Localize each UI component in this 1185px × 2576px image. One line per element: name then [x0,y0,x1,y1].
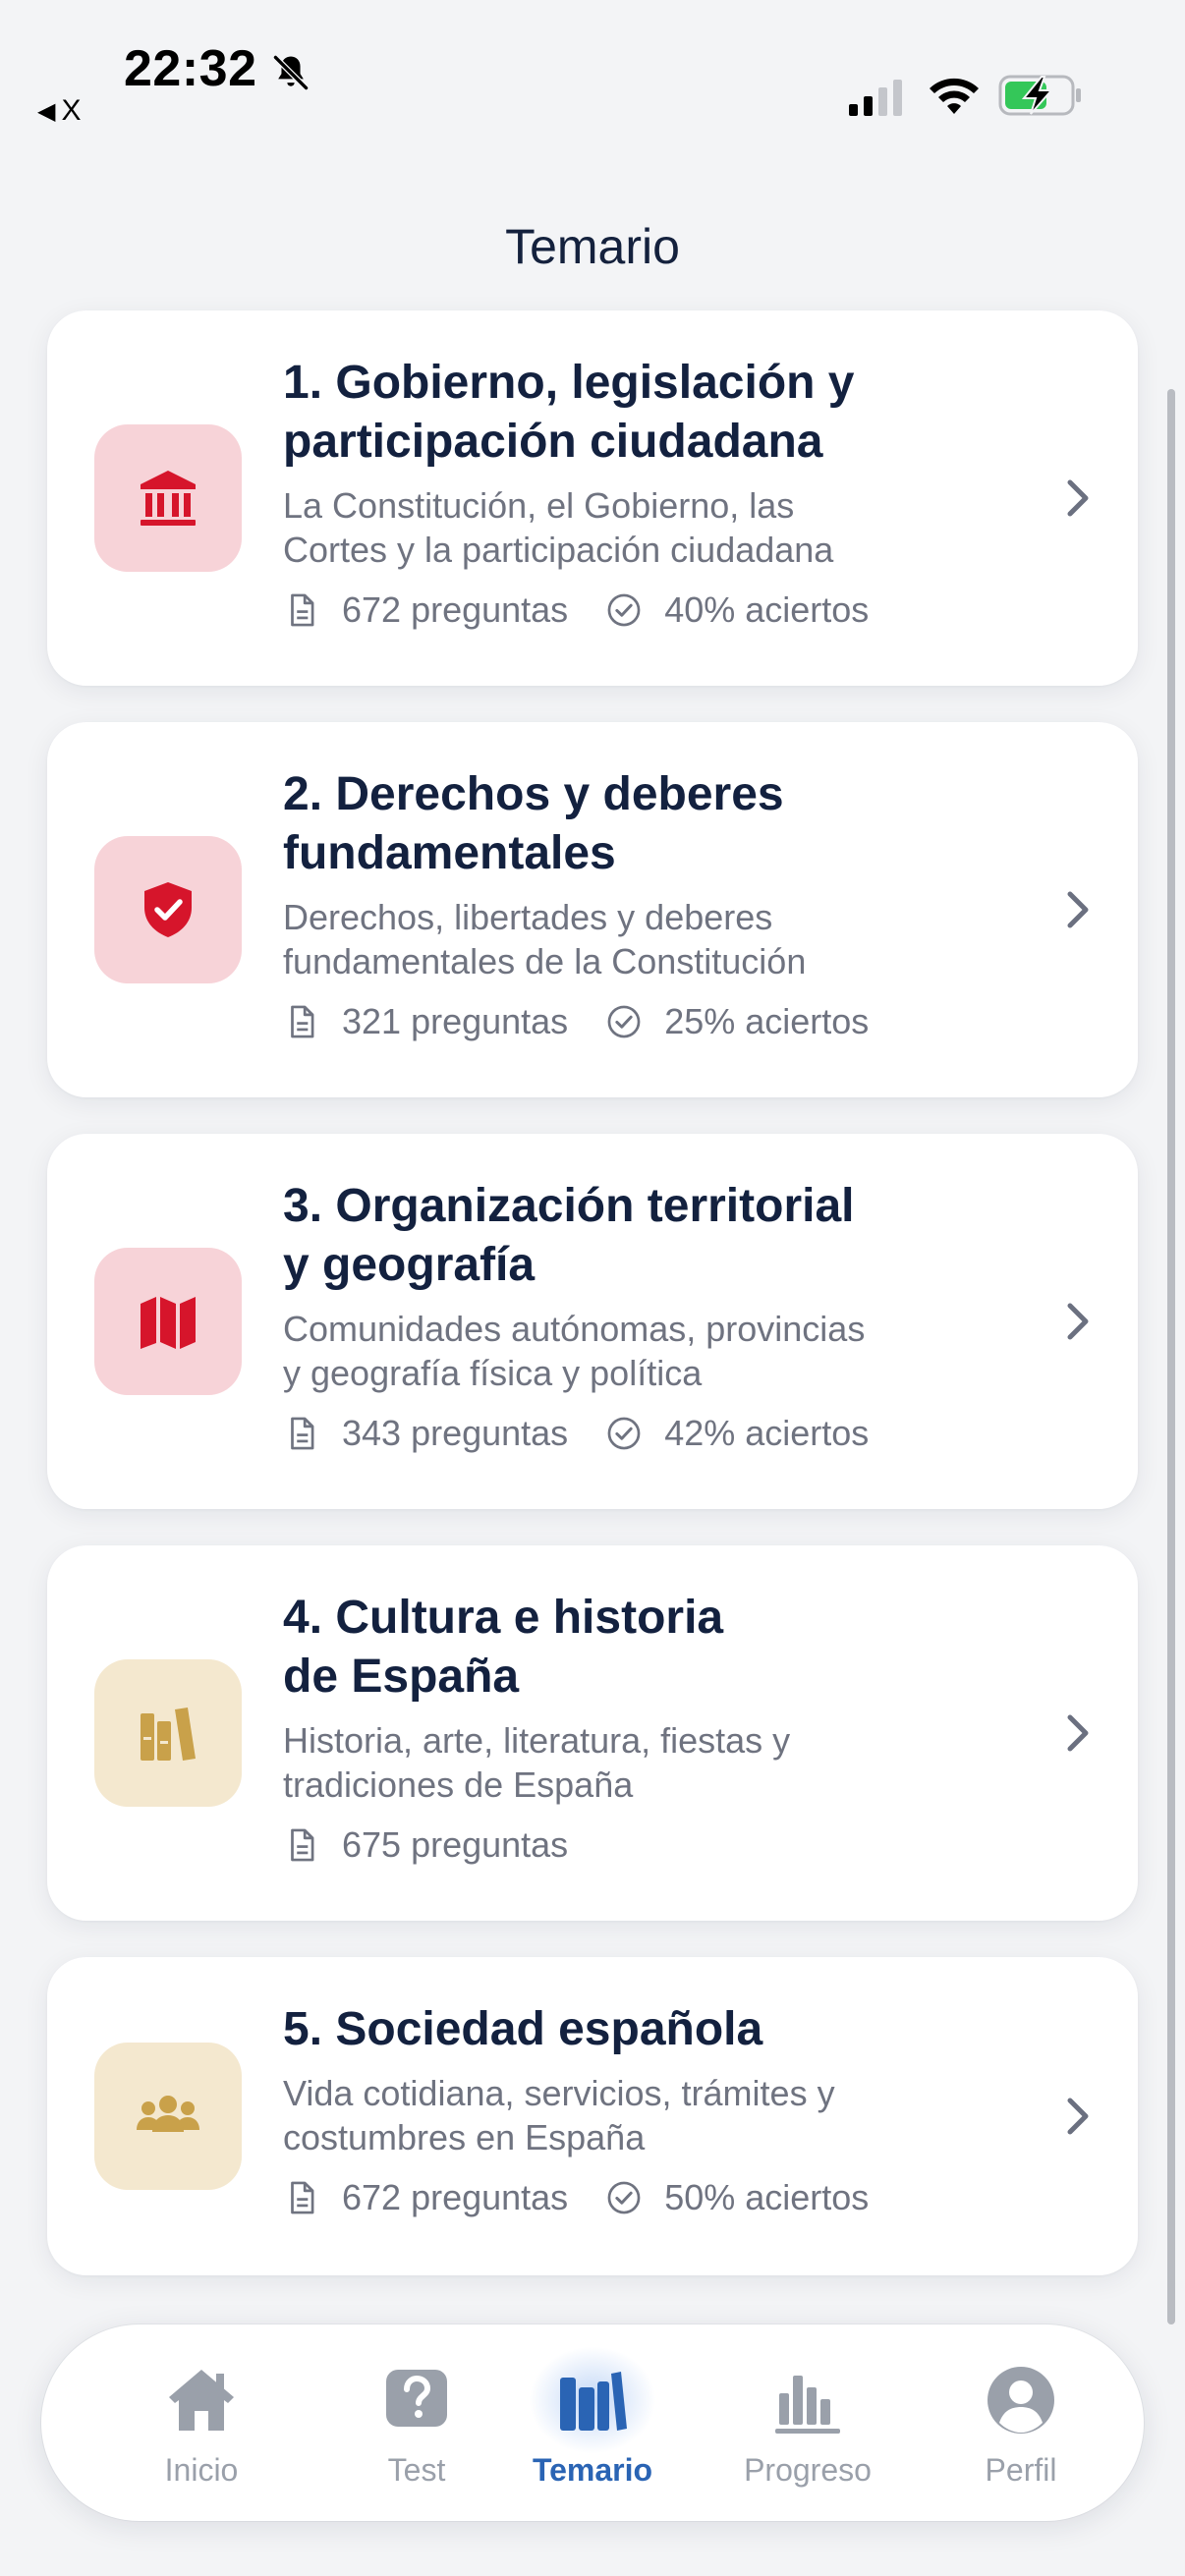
score-label: 40% aciertos [664,589,870,630]
topic-stats: 672 preguntas 40% aciertos [283,589,1030,631]
tab-perfil[interactable]: Perfil [932,2324,1109,2521]
score: 50% aciertos [605,2177,869,2218]
battery-charging-icon [998,75,1081,116]
government-building-icon [141,471,196,526]
topic-description: La Constitución, el Gobierno, las Cortes… [283,485,834,570]
question-count: 675 preguntas [283,1824,568,1866]
question-count: 343 preguntas [283,1413,568,1454]
question-count-label: 672 preguntas [342,589,569,630]
score: 42% aciertos [605,1413,869,1454]
chevron-right-icon [1067,891,1089,928]
document-icon [291,2181,314,2214]
topic-card-gobierno[interactable]: 1. Gobierno, legislación y participación… [47,310,1138,686]
topic-stats: 672 preguntas 50% aciertos [283,2177,1030,2218]
topic-card-body: 2. Derechos y deberes fundamentales Dere… [283,765,1030,1042]
tab-label: Progreso [744,2452,872,2488]
topic-card-body: 1. Gobierno, legislación y participación… [283,354,1030,631]
topic-description: Vida cotidiana, servicios, trámites y co… [283,2073,835,2157]
back-label: X [61,94,82,127]
chevron-right-icon [1067,479,1089,517]
people-group-icon [137,2096,199,2132]
question-count-label: 675 preguntas [342,1824,569,1865]
home-icon [169,2370,234,2431]
topic-stats: 675 preguntas [283,1824,1030,1866]
topic-card-cultura[interactable]: 4. Cultura e historia de España Historia… [47,1545,1138,1921]
topic-card-organizacion[interactable]: 3. Organización territorial y geografía … [47,1134,1138,1509]
score: 25% aciertos [605,1001,869,1042]
topic-icon-tile [94,424,242,572]
topic-description: Derechos, libertades y deberes fundament… [283,897,807,981]
tab-inicio[interactable]: Inicio [113,2324,290,2521]
score-label: 42% aciertos [664,1413,870,1453]
status-bar: 22:32 ◀ X [0,0,1185,138]
document-icon [291,1417,314,1450]
profile-icon [988,2367,1054,2434]
topic-title: 5. Sociedad española [283,2003,763,2055]
check-circle-icon [607,1005,641,1038]
chevron-right-icon [1067,1714,1089,1752]
scrollbar[interactable] [1167,389,1175,2324]
topic-icon-tile [94,1659,242,1807]
score-label: 25% aciertos [664,1001,870,1041]
status-time: 22:32 [124,40,257,97]
question-count-label: 672 preguntas [342,2177,569,2217]
tab-test[interactable]: Test [328,2324,505,2521]
page-title: Temario [505,219,680,274]
topic-stats: 321 preguntas 25% aciertos [283,1001,1030,1042]
back-triangle-icon: ◀ [37,97,56,125]
topic-card-body: 3. Organización territorial y geografía … [283,1177,1030,1454]
signal-icon [849,80,902,116]
tab-bar: Inicio Test Temario Progreso Perfil [41,2324,1144,2521]
tab-label: Test [387,2452,446,2488]
bar-chart-icon [775,2376,840,2434]
check-circle-icon [607,593,641,627]
topic-icon-tile [94,836,242,983]
topic-title: 2. Derechos y deberes fundamentales [283,768,784,879]
topic-title: 3. Organización territorial y geografía [283,1180,855,1291]
question-count: 672 preguntas [283,589,568,631]
topic-card-body: 4. Cultura e historia de España Historia… [283,1589,1030,1866]
books-icon [141,1708,196,1761]
chevron-right-icon [1067,2098,1089,2135]
question-mark-icon [386,2370,447,2427]
tab-progreso[interactable]: Progreso [719,2324,896,2521]
topic-title: 4. Cultura e historia de España [283,1592,724,1703]
bell-slash-icon [273,55,309,90]
topic-description: Comunidades autónomas, provincias y geog… [283,1309,866,1393]
document-icon [291,1828,314,1862]
check-circle-icon [607,1417,641,1450]
topic-card-derechos[interactable]: 2. Derechos y deberes fundamentales Dere… [47,722,1138,1097]
score-label: 50% aciertos [664,2177,870,2217]
topic-title: 1. Gobierno, legislación y participación… [283,357,855,468]
tab-label: Inicio [164,2452,239,2488]
tab-label: Temario [532,2452,653,2488]
topic-card-body: 5. Sociedad española Vida cotidiana, ser… [283,2000,1030,2218]
books-icon [560,2372,627,2431]
question-count: 321 preguntas [283,1001,568,1042]
topic-icon-tile [94,1248,242,1395]
tab-temario[interactable]: Temario [504,2324,681,2521]
question-count-label: 321 preguntas [342,1001,569,1041]
question-count: 672 preguntas [283,2177,568,2218]
topic-stats: 343 preguntas 42% aciertos [283,1413,1030,1454]
document-icon [291,593,314,627]
document-icon [291,1005,314,1038]
shield-check-icon [144,882,192,937]
wifi-icon [930,78,979,114]
chevron-right-icon [1067,1303,1089,1340]
question-count-label: 343 preguntas [342,1413,569,1453]
score: 40% aciertos [605,589,869,631]
topic-icon-tile [94,2043,242,2190]
tab-label: Perfil [985,2452,1057,2488]
check-circle-icon [607,2181,641,2214]
back-to-app-button[interactable]: ◀ X [37,94,81,128]
map-icon [141,1297,196,1349]
topic-card-sociedad[interactable]: 5. Sociedad española Vida cotidiana, ser… [47,1957,1138,2275]
topic-description: Historia, arte, literatura, fiestas y tr… [283,1720,791,1805]
